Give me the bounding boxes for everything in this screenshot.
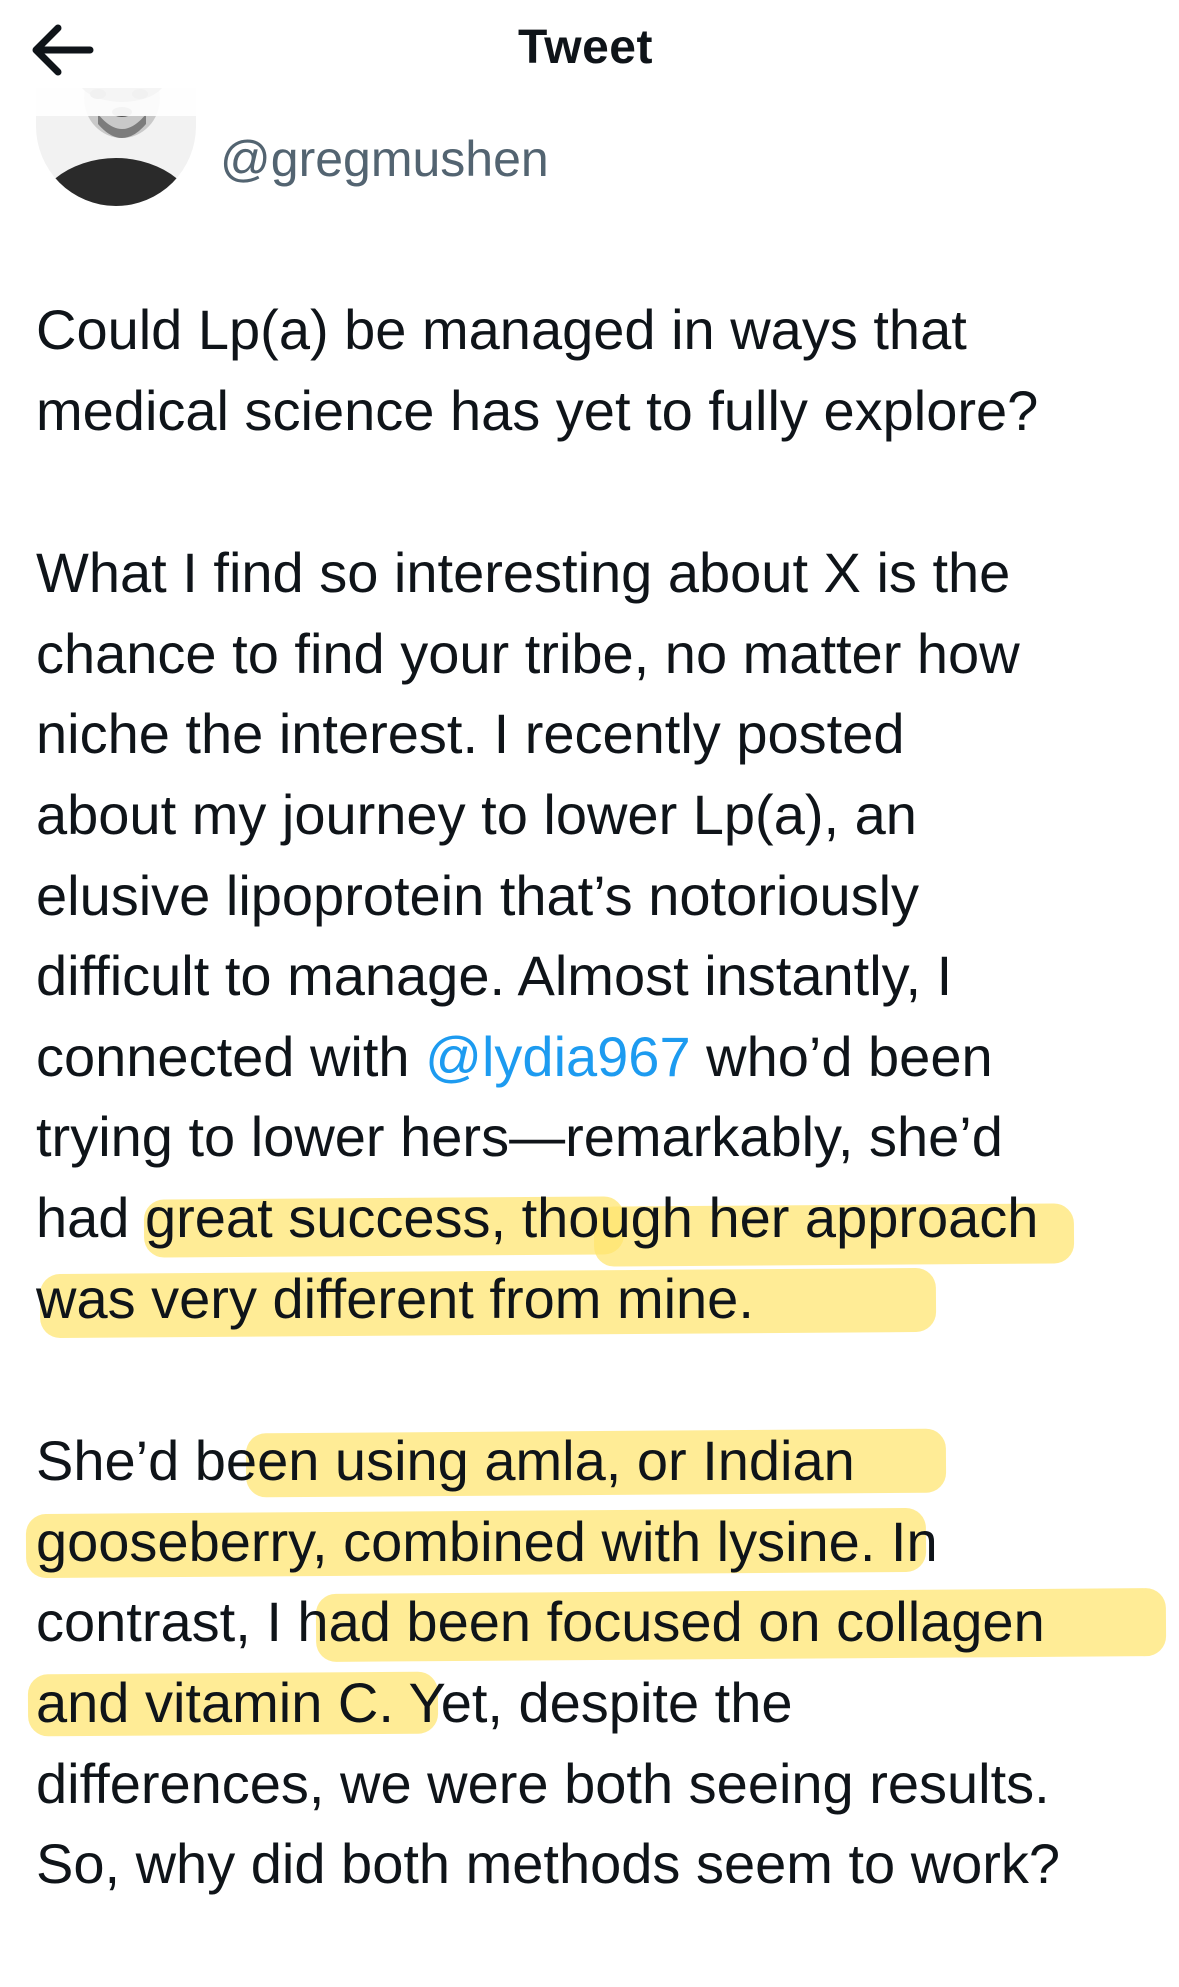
tweet-paragraph-1: Could Lp(a) be managed in ways that medi…	[36, 290, 1156, 451]
text-line: medical science has yet to fully explore…	[36, 378, 1039, 442]
text-line: Could Lp(a) be managed in ways that	[36, 298, 967, 361]
text-line: had great success, though her approach	[36, 1185, 1039, 1249]
tweet-body: Could Lp(a) be managed in ways that medi…	[25, 290, 1167, 1987]
text-line: differences, we were both seeing results…	[36, 1751, 1050, 1815]
page-title: Tweet	[518, 21, 653, 74]
arrow-left-icon	[32, 24, 94, 76]
text-line: difficult to manage. Almost instantly, I	[36, 944, 953, 1008]
text-line: was very different from mine.	[36, 1266, 754, 1330]
text-line: trying to lower hers—remarkably, she’d	[36, 1105, 1003, 1169]
text-segment: connected with	[36, 1024, 426, 1088]
text-line: and vitamin C. Yet, despite the	[36, 1670, 793, 1734]
text-line: chance to find your tribe, no matter how	[36, 621, 1020, 685]
text-line: She’d been using amla, or Indian	[36, 1429, 855, 1493]
mention-link[interactable]: @lydia967	[425, 1025, 690, 1088]
text-line-with-mention: connected with @lydia967 who’d been	[36, 1017, 1156, 1098]
text-line: elusive lipoprotein that’s notoriously	[36, 863, 920, 927]
text-line: about my journey to lower Lp(a), an	[36, 782, 917, 846]
text-line: So, why did both methods seem to work?	[36, 1832, 1061, 1896]
top-bar: Tweet	[0, 0, 710, 116]
user-handle[interactable]: @gregmushen	[220, 130, 549, 188]
text-line: niche the interest. I recently posted	[36, 702, 905, 766]
tweet-paragraph-3: She’d been using amla, or Indian goosebe…	[25, 1421, 1167, 1905]
tweet-paragraph-2: What I find so interesting about X is th…	[36, 533, 1156, 1339]
text-segment: who’d been	[690, 1024, 993, 1088]
text-line: contrast, I had been focused on collagen	[36, 1590, 1045, 1654]
text-line: What I find so interesting about X is th…	[36, 541, 1011, 605]
text-line: gooseberry, combined with lysine. In	[36, 1509, 938, 1573]
back-button[interactable]	[28, 22, 94, 78]
